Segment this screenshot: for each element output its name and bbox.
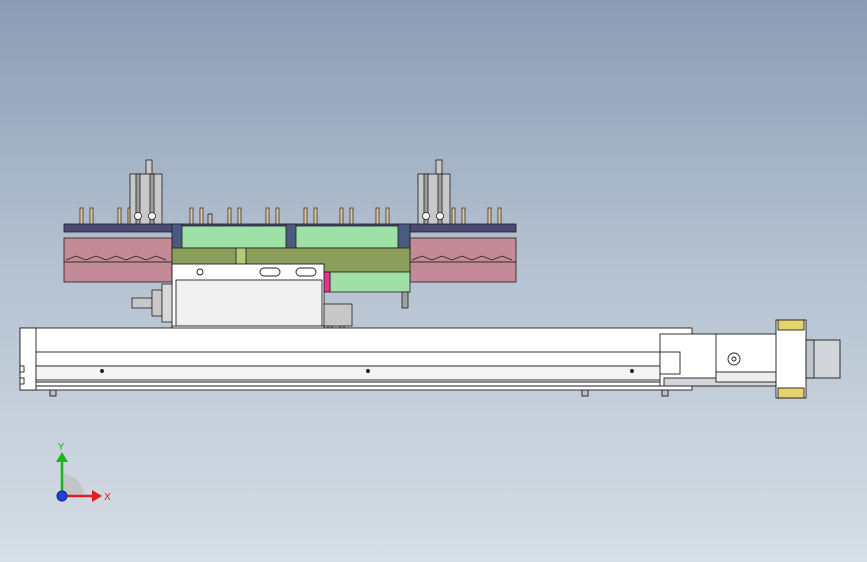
linear-rail [19,327,693,397]
y-axis-arrow [56,452,68,462]
right-top-cylinder [417,159,451,225]
x-axis-arrow [92,490,102,502]
z-axis-dot [56,490,68,502]
spindle-shaft [131,283,173,323]
x-axis-label: X [104,492,111,503]
left-top-cylinder [129,159,163,225]
y-axis-label: Y [57,442,65,453]
graphics-viewport[interactable]: Y X [0,0,867,562]
view-triad[interactable]: Y X [40,438,120,512]
assembly-model[interactable] [0,0,867,562]
